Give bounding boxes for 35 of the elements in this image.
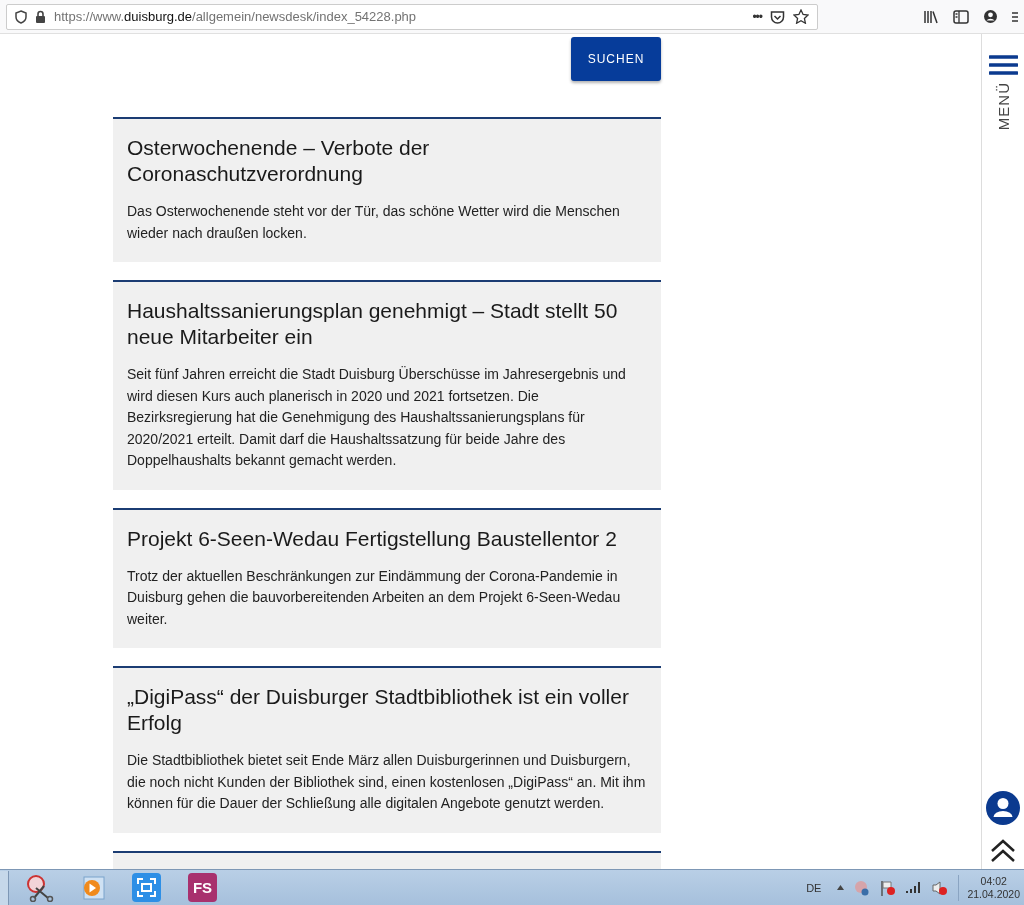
scissors-icon[interactable] (24, 873, 54, 902)
sidebar-icon[interactable] (953, 9, 969, 24)
tray-app-icon[interactable] (854, 879, 871, 896)
more-actions-button[interactable]: ••• (752, 9, 762, 24)
url-text[interactable]: https://www.duisburg.de/allgemein/newsdesk/index_54228.php (54, 9, 745, 24)
language-indicator[interactable]: DE (806, 881, 822, 894)
menu-icon[interactable] (988, 54, 1018, 76)
fs-app-icon[interactable]: FS (188, 873, 217, 902)
library-icon[interactable] (923, 9, 939, 24)
start-button[interactable] (0, 870, 9, 905)
search-button[interactable]: SUCHEN (571, 37, 661, 81)
screen-capture-icon[interactable] (132, 873, 161, 902)
news-summary: Trotz der aktuellen Beschränkungen zur Eindämmung der Corona-Pandemie in Duisburg gehen die bauvorbereitenden Arbeiten an dem Projekt 6-Seen-Wedau weiter. (127, 566, 622, 629)
lock-icon (35, 10, 46, 23)
star-icon[interactable] (793, 9, 809, 24)
muted-speaker-icon[interactable] (932, 879, 949, 896)
menu-icon[interactable] (1012, 10, 1018, 23)
pocket-icon[interactable] (770, 9, 785, 24)
flag-icon[interactable] (880, 879, 897, 896)
signal-icon[interactable] (906, 881, 923, 894)
clock-time[interactable]: 04:02 (980, 874, 1007, 888)
caret-icon[interactable] (837, 885, 845, 890)
news-title[interactable]: Projekt 6-Seen-Wedau Fertigstellung Baustellentor 2 (127, 525, 647, 552)
clock-date[interactable]: 21.04.2020 (967, 887, 1020, 901)
account-icon[interactable] (983, 9, 998, 24)
news-title[interactable]: „DigiPass“ der Duisburger Stadtbibliothek ist ein voller Erfolg (127, 684, 647, 736)
shield-icon[interactable] (15, 9, 27, 24)
news-title[interactable]: Osterwochenende – Verbote der Coronaschutzverordnung (127, 135, 647, 187)
user-icon[interactable] (986, 791, 1020, 825)
menu-label[interactable]: MENÜ (994, 82, 1012, 131)
news-title[interactable]: Haushaltssanierungsplan genehmigt – Stadt stellt 50 neue Mitarbeiter ein (127, 298, 647, 350)
news-summary: Die Stadtbibliothek bietet seit Ende März allen Duisburgerinnen und Duisburgern, die noch nicht Kunden der Bibliothek sind, einen kostenlosen „DigiPass“ an. Mit ihm können für die Dauer der Schließung alle digitalen Angebote genutzt werden. (127, 751, 647, 813)
news-summary: Seit fünf Jahren erreicht die Stadt Duisburg Überschüsse im Jahresergebnis und wird diesen Kurs auch planerisch in 2020 und 2021 fortsetzen. Die Bezirksregierung hat die Genehmigung des Haushaltssanierungsplans für 2020/2021 erteilt. Damit darf die Haushaltssatzung für beide Jahre des Doppelhaushalts bekannt gemacht werden. (127, 365, 627, 470)
news-summary: Das Osterwochenende steht vor der Tür, das schöne Wetter wird die Menschen wieder nach draußen locken. (127, 202, 621, 243)
scroll-to-top-icon[interactable] (990, 839, 1016, 863)
